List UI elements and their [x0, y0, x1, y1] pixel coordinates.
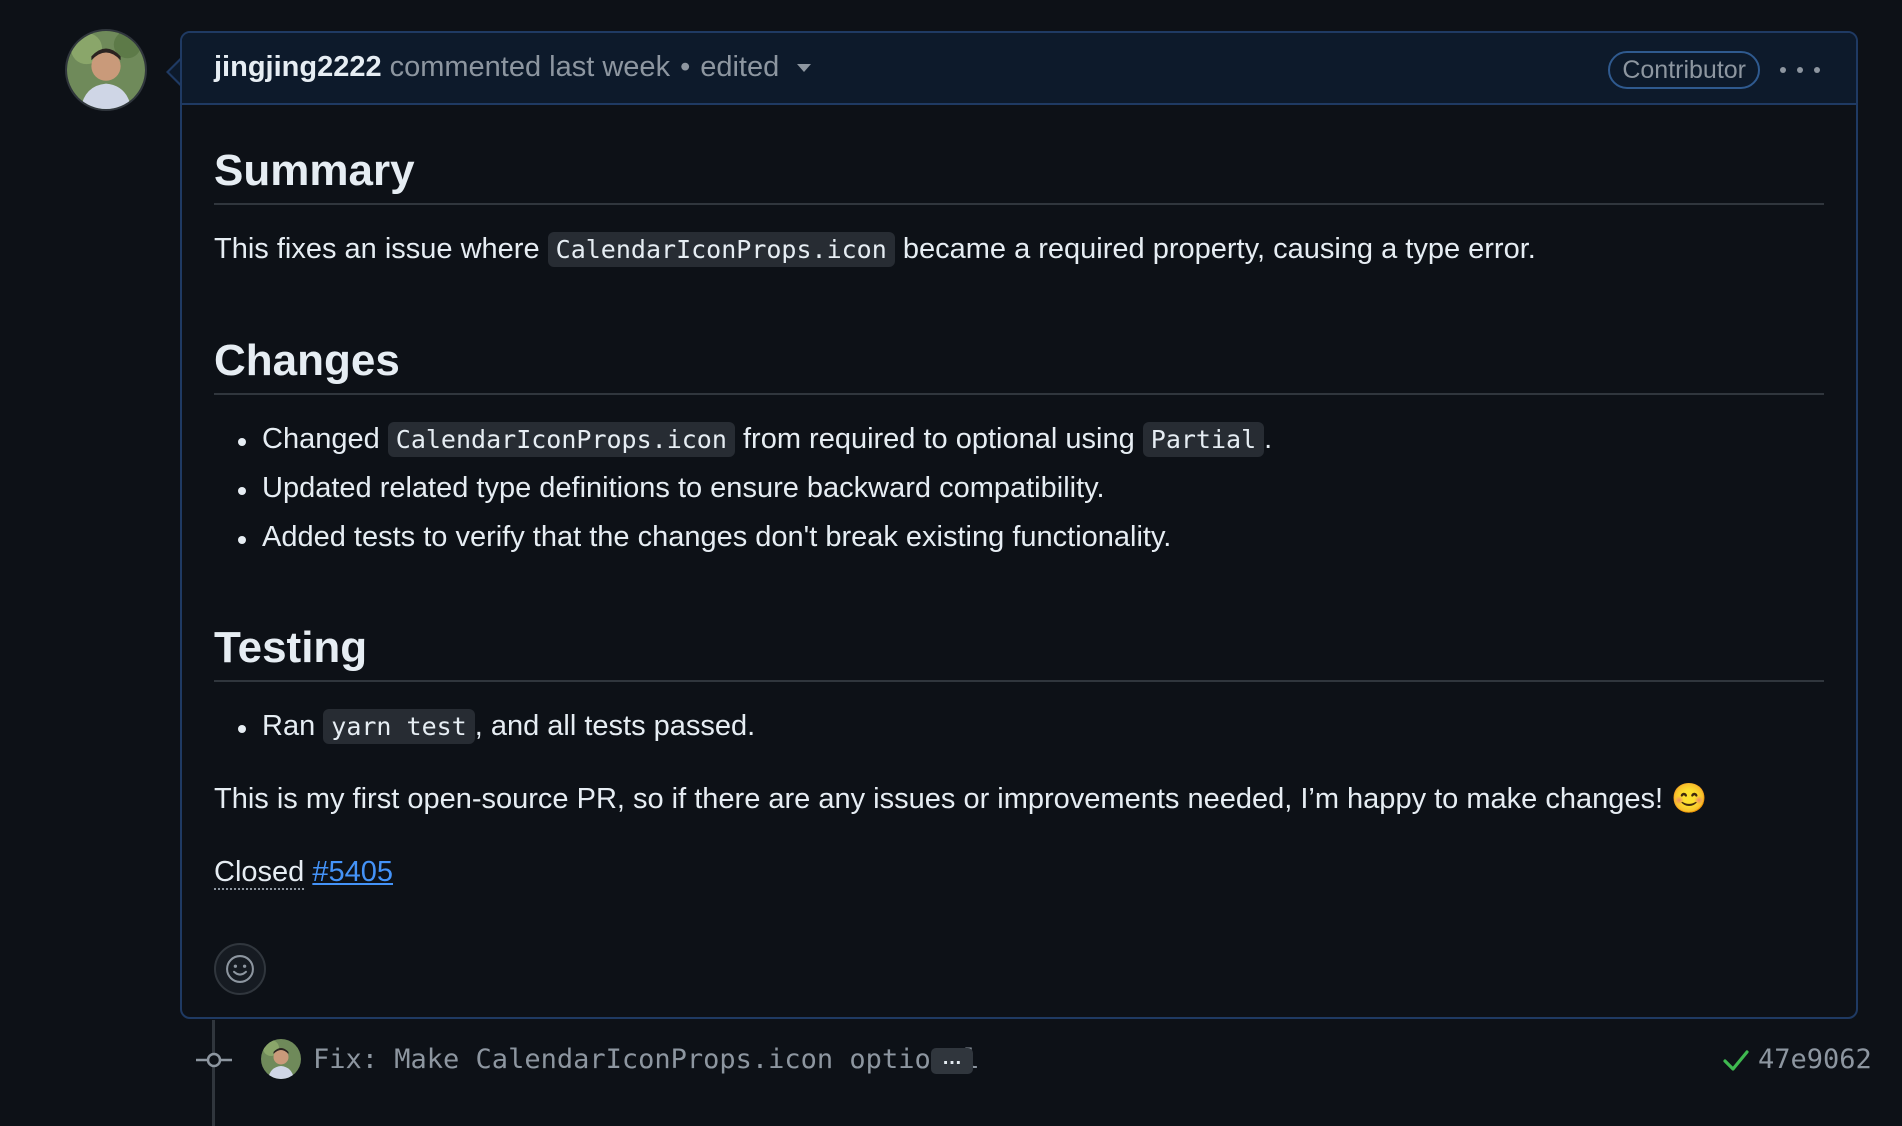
add-reaction-button[interactable] — [214, 943, 266, 995]
contributor-badge: Contributor — [1608, 51, 1760, 89]
summary-code: CalendarIconProps.icon — [547, 232, 895, 267]
heading-changes: Changes — [214, 335, 1824, 395]
commit-sha-link[interactable]: 47e9062 — [1758, 1044, 1872, 1075]
summary-suffix: became a required property, causing a ty… — [894, 233, 1536, 265]
edited-dropdown[interactable]: edited — [700, 51, 812, 83]
summary-prefix: This fixes an issue where — [214, 233, 548, 265]
author-link[interactable]: jingjing2222 — [214, 51, 382, 83]
commit-expand-button[interactable]: … — [931, 1048, 973, 1074]
smiley-icon — [226, 955, 254, 983]
heading-summary: Summary — [214, 145, 1824, 205]
closed-line: Closed #5405 — [214, 856, 393, 890]
check-icon[interactable] — [1722, 1047, 1750, 1073]
list-item: Added tests to verify that the changes d… — [214, 521, 1272, 570]
list-item: Changed CalendarIconProps.icon from requ… — [214, 422, 1273, 472]
author-avatar[interactable] — [65, 29, 147, 111]
separator: • — [680, 51, 691, 83]
edited-label: edited — [700, 51, 780, 83]
comment-action[interactable]: commented last week — [390, 51, 670, 83]
testing-list: Ran yarn test, and all tests passed. — [214, 709, 756, 759]
summary-paragraph: This fixes an issue where CalendarIconPr… — [214, 232, 1536, 267]
comment-header-text: jingjing2222 commented last week • edited — [214, 51, 812, 84]
git-commit-icon — [196, 1052, 232, 1068]
changes-list: Changed CalendarIconProps.icon from requ… — [214, 422, 1273, 570]
commit-message-link[interactable]: Fix: Make CalendarIconProps.icon optiona… — [313, 1044, 979, 1075]
list-item: Ran yarn test, and all tests passed. — [214, 709, 756, 759]
change-suffix: . — [1264, 423, 1273, 455]
list-item: Updated related type definitions to ensu… — [214, 472, 1272, 521]
comment-box: jingjing2222 commented last week • edited C… — [180, 31, 1858, 1019]
closed-label[interactable]: Closed — [214, 856, 305, 890]
issue-link[interactable]: #5405 — [312, 856, 393, 888]
heading-testing: Testing — [214, 622, 1824, 682]
kebab-icon[interactable] — [1780, 58, 1820, 82]
testing-code: yarn test — [323, 709, 475, 744]
closing-paragraph: This is my first open-source PR, so if t… — [214, 783, 1708, 815]
chevron-down-icon — [797, 64, 812, 73]
change-prefix: Changed — [262, 423, 388, 455]
comment-header: jingjing2222 commented last week • edited C… — [182, 33, 1856, 105]
timeline-line — [212, 1020, 215, 1126]
change-code: CalendarIconProps.icon — [387, 422, 735, 457]
change-middle: from required to optional using — [734, 423, 1143, 455]
commit-author-avatar[interactable] — [261, 1039, 301, 1079]
change-code-partial: Partial — [1142, 422, 1265, 457]
testing-prefix: Ran — [262, 710, 324, 742]
testing-suffix: , and all tests passed. — [474, 710, 756, 742]
